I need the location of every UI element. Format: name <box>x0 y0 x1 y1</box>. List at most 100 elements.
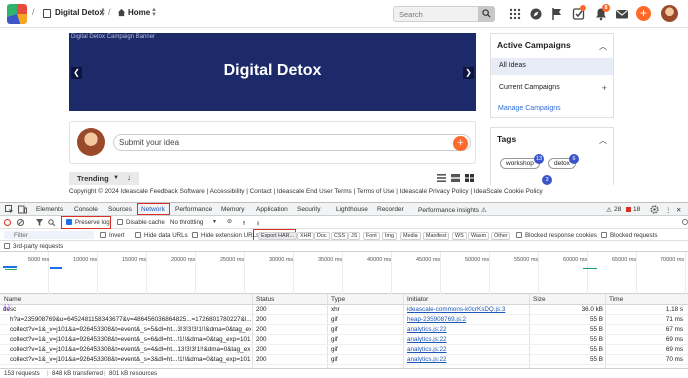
blocked-requests-checkbox[interactable] <box>601 232 607 238</box>
home-icon <box>117 8 126 17</box>
all-ideas-item[interactable]: All Ideas <box>491 58 613 75</box>
errors-count[interactable]: 18 <box>633 206 640 213</box>
type-filter-font[interactable]: Font <box>363 232 380 240</box>
invert-checkbox[interactable] <box>100 232 106 238</box>
apps-grid-icon[interactable] <box>508 7 522 21</box>
device-toolbar-icon[interactable] <box>18 205 27 214</box>
compact-view-icon[interactable] <box>451 174 460 182</box>
flag-icon[interactable] <box>550 7 564 21</box>
submit-idea-button[interactable]: + <box>453 136 468 151</box>
request-row[interactable]: collect?v=1&_v=j101&a=926453308&t=event&… <box>0 335 688 345</box>
tab-memory[interactable]: Memory <box>221 206 244 213</box>
tab-sources[interactable]: Sources <box>108 206 132 213</box>
user-avatar[interactable] <box>661 5 678 22</box>
tab-elements[interactable]: Elements <box>36 206 63 213</box>
type-filter-media[interactable]: Media <box>400 232 421 240</box>
compass-icon[interactable] <box>529 7 543 21</box>
workspace-switcher[interactable]: Digital Detox <box>55 8 104 17</box>
workspace-chevron-icon[interactable]: ▲ ▼ <box>100 7 106 18</box>
network-timeline-overview[interactable]: 5000 ms 10000 ms 15000 ms 20000 ms 25000… <box>0 252 688 294</box>
type-filter-other[interactable]: Other <box>491 232 511 240</box>
request-initiator[interactable]: analytics.js:22 <box>407 356 527 363</box>
chevron-up-icon[interactable]: ︿ <box>599 135 607 146</box>
hide-extension-urls-checkbox[interactable] <box>192 232 198 238</box>
request-initiator[interactable]: analytics.js:22 <box>407 326 527 333</box>
manage-campaigns-link[interactable]: Manage Campaigns <box>498 105 561 112</box>
type-filter-doc[interactable]: Doc <box>314 232 330 240</box>
list-view-icon[interactable] <box>437 174 446 182</box>
chevron-up-icon[interactable]: ︿ <box>599 41 607 52</box>
network-conditions-icon[interactable]: ⊜ <box>227 218 232 225</box>
network-settings-icon[interactable] <box>682 219 688 225</box>
search-icon[interactable] <box>48 219 55 226</box>
inspect-element-icon[interactable] <box>5 205 14 214</box>
tab-application[interactable]: Application <box>256 206 288 213</box>
tab-recorder[interactable]: Recorder <box>377 206 404 213</box>
create-idea-button[interactable]: + <box>636 6 651 21</box>
current-campaigns-item[interactable]: Current Campaigns <box>499 84 560 91</box>
footer-links[interactable]: Copyright © 2024 Ideascale Feedback Soft… <box>69 188 629 195</box>
request-type: gif <box>331 346 338 353</box>
column-status[interactable]: Status <box>256 296 274 303</box>
column-time[interactable]: Time <box>609 296 623 303</box>
close-icon[interactable]: ✕ <box>676 206 681 214</box>
request-initiator[interactable]: analytics.js:22 <box>407 346 527 353</box>
settings-gear-icon[interactable] <box>650 205 659 214</box>
tab-performance[interactable]: Performance <box>175 206 212 213</box>
export-har-icon[interactable]: ⭳ <box>257 218 259 229</box>
type-filter-img[interactable]: Img <box>382 232 397 240</box>
column-type[interactable]: Type <box>331 296 345 303</box>
request-row[interactable]: collect?v=1&_v=j101&a=926453308&t=event&… <box>0 355 688 365</box>
type-filter-wasm[interactable]: Wasm <box>468 232 490 240</box>
type-filter-xhr[interactable]: XHR <box>297 232 315 240</box>
banner-prev-button[interactable]: ❮ <box>71 67 82 79</box>
column-size[interactable]: Size <box>533 296 546 303</box>
tab-lighthouse[interactable]: Lighthouse <box>336 206 368 213</box>
third-party-checkbox[interactable] <box>4 243 10 249</box>
type-filter-js[interactable]: JS <box>348 232 361 240</box>
ideascale-logo[interactable] <box>7 4 27 24</box>
type-filter-css[interactable]: CSS <box>331 232 349 240</box>
record-icon[interactable] <box>4 219 11 226</box>
clear-icon[interactable] <box>17 219 24 226</box>
tab-security[interactable]: Security <box>297 206 320 213</box>
tab-console[interactable]: Console <box>74 206 98 213</box>
grid-view-icon[interactable] <box>465 174 474 182</box>
sort-direction-icon[interactable]: ↓ <box>127 173 131 182</box>
panel-title: Active Campaigns <box>497 40 571 50</box>
panel-title: Tags <box>497 134 517 144</box>
column-initiator[interactable]: Initiator <box>407 296 428 303</box>
disable-cache-checkbox[interactable] <box>117 219 123 225</box>
column-name[interactable]: Name <box>4 296 21 303</box>
more-options-icon[interactable]: ⋮ <box>665 206 672 214</box>
timeline-bar <box>5 269 17 270</box>
home-breadcrumb[interactable]: Home <box>128 8 150 17</box>
tab-performance-insights[interactable]: Performance insights ⚠ <box>418 206 487 214</box>
mail-icon[interactable] <box>615 7 629 21</box>
filter-input[interactable]: Filter <box>4 231 94 239</box>
request-row[interactable]: desc 200 xhr ideascale-commons-k0crKsDQ.… <box>0 305 688 315</box>
request-row[interactable]: collect?v=1&_v=j101&a=926453308&t=event&… <box>0 345 688 355</box>
request-row[interactable]: collect?v=1&_v=j101&a=926453308&t=event&… <box>0 325 688 335</box>
filter-funnel-icon[interactable] <box>36 219 43 226</box>
request-initiator[interactable]: heap-235908769.js:2 <box>407 316 527 323</box>
sort-dropdown[interactable]: Trending ▼ ↓ <box>69 172 139 185</box>
timeline-bar <box>50 267 62 269</box>
type-filter-manifest[interactable]: Manifest <box>423 232 450 240</box>
type-filter-export-har[interactable]: Export HAR... <box>258 232 297 240</box>
throttling-select[interactable]: No throttling <box>170 219 203 226</box>
request-row[interactable]: h?a=235908769&u=6452481158343677&v=48645… <box>0 315 688 325</box>
request-initiator[interactable]: analytics.js:22 <box>407 336 527 343</box>
submit-idea-input[interactable]: Submit your idea <box>113 134 471 151</box>
type-filter-ws[interactable]: WS <box>452 232 467 240</box>
home-chevron-icon[interactable]: ▲ ▼ <box>151 7 157 18</box>
expand-plus-icon[interactable]: + <box>602 83 607 93</box>
import-har-icon[interactable]: ⭱ <box>243 218 245 229</box>
request-initiator[interactable]: ideascale-commons-k0crKsDQ.js:3 <box>407 306 527 313</box>
search-input[interactable]: Search <box>393 6 495 22</box>
blocked-response-cookies-checkbox[interactable] <box>516 232 522 238</box>
banner-next-button[interactable]: ❯ <box>463 67 474 79</box>
search-button[interactable] <box>478 6 495 22</box>
hide-data-urls-checkbox[interactable] <box>135 232 141 238</box>
warnings-count[interactable]: 28 <box>614 206 621 213</box>
